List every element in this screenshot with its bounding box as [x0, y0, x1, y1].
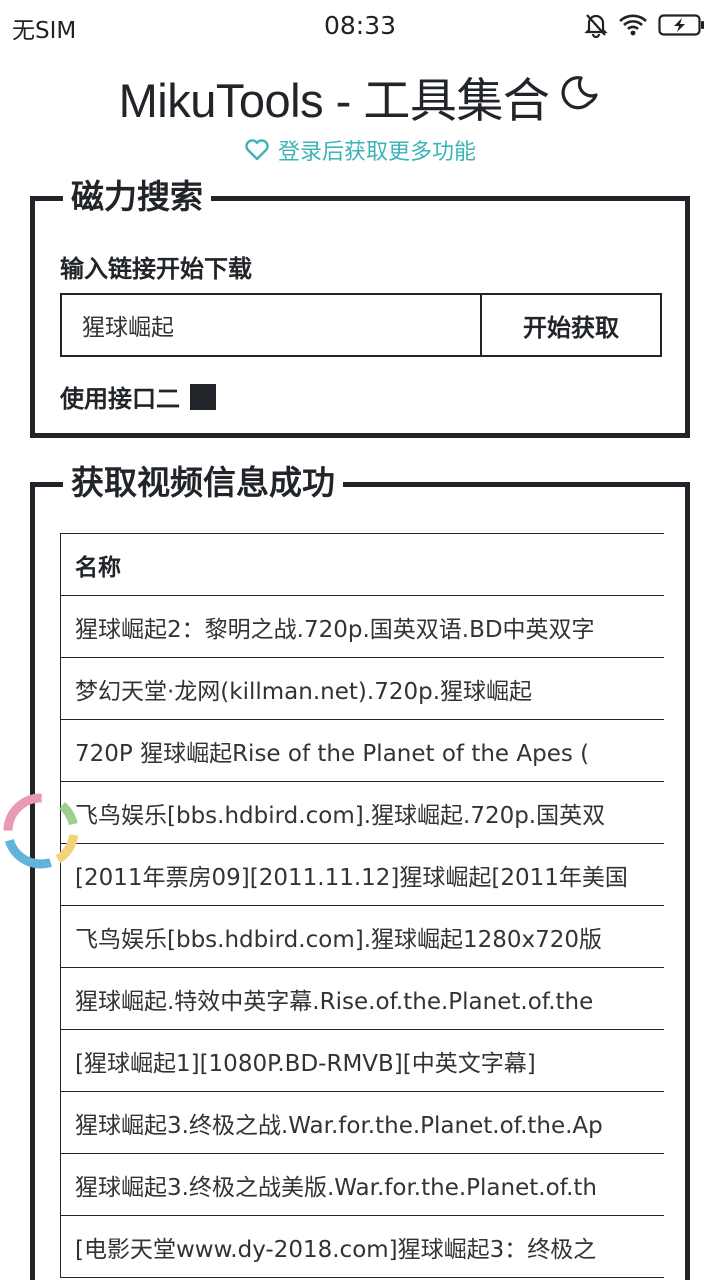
- table-row[interactable]: 猩球崛起3.终极之战.War.for.the.Planet.of.the.Ap: [60, 1091, 664, 1154]
- result-name-cell[interactable]: 猩球崛起3.终极之战美版.War.for.the.Planet.of.th: [60, 1153, 664, 1216]
- table-row[interactable]: 720P 猩球崛起Rise of the Planet of the Apes …: [60, 719, 664, 782]
- fetch-button[interactable]: 开始获取: [482, 295, 660, 355]
- result-name-cell[interactable]: 猩球崛起3.终极之战.War.for.the.Planet.of.the.Ap: [60, 1091, 664, 1154]
- table-row[interactable]: 飞鸟娱乐[bbs.hdbird.com].猩球崛起1280x720版: [60, 905, 664, 968]
- column-header-name: 名称: [60, 533, 664, 596]
- table-row[interactable]: [电影天堂www.dy-2018.com]猩球崛起3：终极之: [60, 1215, 664, 1278]
- table-row[interactable]: 猩球崛起3.终极之战美版.War.for.the.Planet.of.th: [60, 1153, 664, 1216]
- login-hint-link[interactable]: 登录后获取更多功能: [0, 134, 720, 166]
- table-row[interactable]: 猩球崛起2：黎明之战.720p.国英双语.BD中英双字: [60, 595, 664, 658]
- app-header: MikuTools - 工具集合: [0, 62, 720, 131]
- table-row[interactable]: 梦幻天堂·龙网(killman.net).720p.猩球崛起: [60, 657, 664, 720]
- results-table-scroll[interactable]: 名称 猩球崛起2：黎明之战.720p.国英双语.BD中英双字 梦幻天堂·龙网(ki…: [60, 533, 664, 1280]
- result-name-cell[interactable]: 720P 猩球崛起Rise of the Planet of the Apes …: [60, 719, 664, 782]
- status-icons: [584, 12, 706, 38]
- result-name-cell[interactable]: [2011年票房09][2011.11.12]猩球崛起[2011年美国: [60, 843, 664, 906]
- search-input-group: 猩球崛起 开始获取: [60, 293, 662, 357]
- api-two-label: 使用接口二: [60, 385, 180, 413]
- table-row[interactable]: 飞鸟娱乐[bbs.hdbird.com].猩球崛起.720p.国英双: [60, 781, 664, 844]
- result-name-cell[interactable]: 飞鸟娱乐[bbs.hdbird.com].猩球崛起1280x720版: [60, 905, 664, 968]
- battery-charging-icon: [658, 14, 704, 36]
- table-header-row: 名称: [60, 533, 664, 596]
- page-title-wrap: MikuTools - 工具集合: [119, 62, 602, 131]
- search-input[interactable]: 猩球崛起: [62, 295, 482, 355]
- page-title: MikuTools - 工具集合: [118, 74, 550, 127]
- result-name-cell[interactable]: [电影天堂www.dy-2018.com]猩球崛起3：终极之: [60, 1215, 664, 1278]
- moon-icon[interactable]: [561, 69, 601, 124]
- results-legend: 获取视频信息成功: [63, 463, 343, 503]
- wifi-icon: [619, 14, 647, 36]
- table-row[interactable]: 猩球崛起.特效中英字幕.Rise.of.the.Planet.of.the: [60, 967, 664, 1030]
- magnet-search-panel: 磁力搜索 输入链接开始下载 猩球崛起 开始获取 使用接口二: [30, 177, 690, 438]
- table-row[interactable]: [2011年票房09][2011.11.12]猩球崛起[2011年美国: [60, 843, 664, 906]
- table-row[interactable]: [猩球崛起1][1080P.BD-RMVB][中英文字幕]: [60, 1029, 664, 1092]
- status-bar: 无SIM 08:33: [0, 0, 720, 52]
- input-label: 输入链接开始下载: [60, 255, 252, 283]
- floating-loader-icon[interactable]: [0, 788, 84, 874]
- api-two-checkbox[interactable]: [190, 383, 216, 410]
- result-name-cell[interactable]: 飞鸟娱乐[bbs.hdbird.com].猩球崛起.720p.国英双: [60, 781, 664, 844]
- result-name-cell[interactable]: 猩球崛起2：黎明之战.720p.国英双语.BD中英双字: [60, 595, 664, 658]
- magnet-search-legend: 磁力搜索: [63, 177, 211, 217]
- result-name-cell[interactable]: [猩球崛起1][1080P.BD-RMVB][中英文字幕]: [60, 1029, 664, 1092]
- heart-icon: [245, 139, 269, 161]
- api-two-option[interactable]: 使用接口二: [60, 379, 216, 414]
- mute-bell-icon: [584, 14, 608, 38]
- result-name-cell[interactable]: 猩球崛起.特效中英字幕.Rise.of.the.Planet.of.the: [60, 967, 664, 1030]
- results-panel: 获取视频信息成功 名称 猩球崛起2：黎明之战.720p.国英双语.BD中英双字梦…: [30, 463, 690, 1280]
- results-table: 名称 猩球崛起2：黎明之战.720p.国英双语.BD中英双字 梦幻天堂·龙网(ki…: [60, 533, 664, 1278]
- result-name-cell[interactable]: 梦幻天堂·龙网(killman.net).720p.猩球崛起: [60, 657, 664, 720]
- login-hint-text: 登录后获取更多功能: [277, 140, 476, 165]
